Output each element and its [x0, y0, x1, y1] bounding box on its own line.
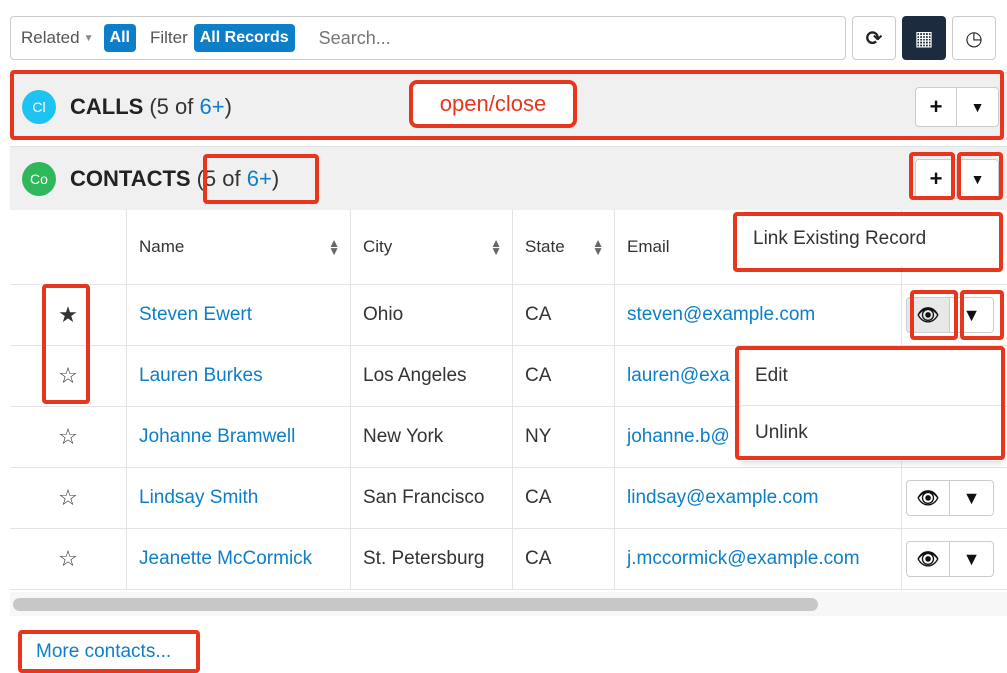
contact-city: Los Angeles — [351, 346, 513, 406]
row-actions-caret-icon[interactable]: ▼ — [950, 480, 994, 516]
table-row: ☆ Lindsay Smith San Francisco CA lindsay… — [10, 468, 1007, 529]
table-row: ☆ Jeanette McCormick St. Petersburg CA j… — [10, 529, 1007, 590]
filter-all-records-pill[interactable]: All Records — [193, 24, 295, 52]
left-edge — [0, 0, 9, 673]
calls-actions-caret-icon[interactable]: ▼ — [957, 86, 999, 127]
contacts-create-plus-icon[interactable]: + — [915, 158, 957, 199]
contacts-module-icon: Co — [22, 161, 56, 196]
contacts-subpanel-header[interactable]: Co CONTACTS (5 of 6+) + ▼ — [10, 146, 1007, 210]
contacts-actions: + ▼ — [915, 158, 999, 199]
subpanel-toolbar: Related ▼ All Filter All Records ⟳ ▦ ◷ — [10, 8, 1000, 68]
column-header-label: Email — [627, 237, 670, 256]
favorite-star-empty-icon[interactable]: ☆ — [10, 529, 127, 589]
row-actions-menu: Edit Unlink — [741, 349, 1003, 461]
filter-label: Filter — [149, 28, 188, 47]
link-existing-record-menu-item[interactable]: Link Existing Record — [739, 216, 1001, 266]
contact-email-link[interactable]: lindsay@example.com — [615, 468, 902, 528]
calls-count-suffix: ) — [224, 93, 232, 119]
contact-state: CA — [513, 468, 615, 528]
calls-title: CALLS — [70, 93, 144, 119]
contact-name-link[interactable]: Jeanette McCormick — [127, 529, 351, 589]
column-header-name[interactable]: Name ▲ ▼ — [127, 210, 351, 284]
calls-count-more-link[interactable]: 6+ — [199, 94, 224, 119]
favorite-star-empty-icon[interactable]: ☆ — [10, 468, 127, 528]
table-row: ★ Steven Ewert Ohio CA steven@example.co… — [10, 285, 1007, 346]
favorite-star-empty-icon[interactable]: ☆ — [10, 407, 127, 467]
calls-create-plus-icon[interactable]: + — [915, 86, 957, 127]
favorite-star-filled-icon[interactable]: ★ — [10, 285, 127, 345]
related-all-pill[interactable]: All — [103, 24, 136, 52]
filter-box: Related ▼ All Filter All Records — [10, 16, 846, 60]
contact-city: San Francisco — [351, 468, 513, 528]
sort-icon[interactable]: ▲ ▼ — [328, 237, 340, 257]
favorite-star-empty-icon[interactable]: ☆ — [10, 346, 127, 406]
calls-module-icon: Cl — [22, 89, 56, 124]
row-actions: 👁 ▼ — [902, 529, 1007, 589]
contacts-count-more-link[interactable]: 6+ — [247, 166, 272, 191]
column-header-label: State — [525, 237, 565, 256]
contacts-actions-caret-icon[interactable]: ▼ — [957, 158, 999, 199]
row-actions-caret-icon[interactable]: ▼ — [950, 297, 994, 333]
contact-email-link[interactable]: steven@example.com — [615, 285, 902, 345]
contacts-count-suffix: ) — [271, 165, 280, 191]
contact-name-link[interactable]: Steven Ewert — [127, 285, 351, 345]
contact-city: New York — [351, 407, 513, 467]
contact-state: NY — [513, 407, 615, 467]
contact-email-link[interactable]: j.mccormick@example.com — [615, 529, 902, 589]
favorite-column-header — [10, 210, 127, 284]
related-label[interactable]: Related — [21, 28, 80, 48]
contacts-count: (5 of 6+) — [197, 166, 280, 192]
contact-state: CA — [513, 529, 615, 589]
contact-name-link[interactable]: Lindsay Smith — [127, 468, 351, 528]
column-header-label: City — [363, 237, 393, 256]
contacts-title: CONTACTS — [70, 165, 191, 191]
search-input[interactable] — [318, 27, 719, 49]
contact-name-link[interactable]: Lauren Burkes — [127, 346, 351, 406]
calls-actions: + ▼ — [915, 86, 999, 127]
refresh-icon[interactable]: ⟳ — [852, 16, 896, 60]
edit-menu-item[interactable]: Edit — [741, 349, 1003, 405]
row-actions-caret-icon[interactable]: ▼ — [950, 541, 994, 577]
row-actions: 👁 ▼ — [902, 285, 1007, 345]
preview-eye-icon[interactable]: 👁 — [906, 480, 950, 516]
preview-eye-icon[interactable]: 👁 — [906, 541, 950, 577]
activity-stream-clock-icon[interactable]: ◷ — [952, 16, 996, 60]
contact-city: St. Petersburg — [351, 529, 513, 589]
preview-eye-icon[interactable]: 👁 — [906, 297, 950, 333]
annotation-open-close-label: open/close — [409, 80, 577, 128]
calls-count: (5 of 6+) — [149, 94, 232, 120]
column-header-state[interactable]: State ▲ ▼ — [513, 210, 615, 284]
contacts-count-prefix: (5 of — [196, 165, 247, 191]
sort-icon[interactable]: ▲ ▼ — [592, 237, 604, 257]
contact-state: CA — [513, 285, 615, 345]
column-header-label: Name — [139, 237, 185, 256]
calls-count-prefix: (5 of — [149, 93, 200, 119]
more-contacts-link[interactable]: More contacts... — [36, 641, 171, 663]
horizontal-scrollbar-thumb[interactable] — [13, 598, 818, 611]
contact-name-link[interactable]: Johanne Bramwell — [127, 407, 351, 467]
list-view-icon[interactable]: ▦ — [902, 16, 946, 60]
contact-state: CA — [513, 346, 615, 406]
unlink-menu-item[interactable]: Unlink — [741, 405, 1003, 461]
related-caret-icon[interactable]: ▼ — [84, 33, 94, 44]
contact-city: Ohio — [351, 285, 513, 345]
column-header-city[interactable]: City ▲ ▼ — [351, 210, 513, 284]
row-actions: 👁 ▼ — [902, 468, 1007, 528]
sort-icon[interactable]: ▲ ▼ — [490, 237, 502, 257]
